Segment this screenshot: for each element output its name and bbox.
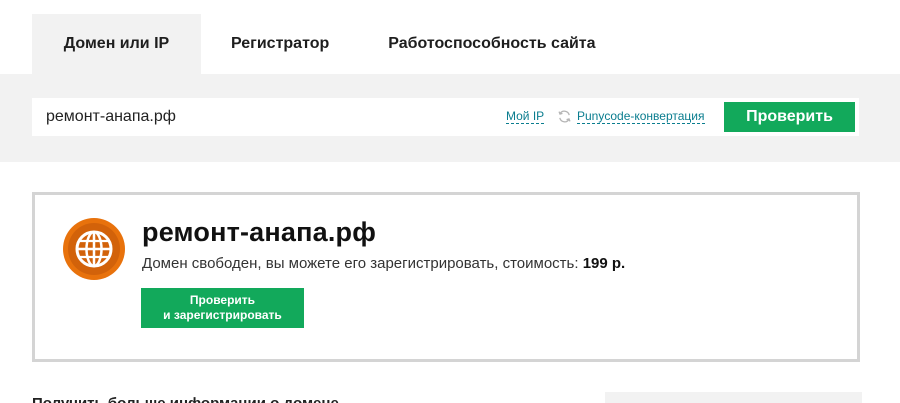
tab-registrar[interactable]: Регистратор: [231, 14, 329, 74]
punycode-link[interactable]: Punycode-конвертация: [577, 110, 705, 124]
search-panel: Мой IP Punycode-конвертация Проверить: [0, 74, 900, 162]
result-card: ремонт-анапа.рф Домен свободен, вы может…: [32, 192, 860, 362]
domain-search-input[interactable]: [32, 98, 492, 136]
globe-icon: [63, 218, 125, 280]
register-button-line1: Проверить: [189, 293, 256, 307]
domain-status: Домен свободен, вы можете его зарегистри…: [142, 255, 625, 272]
tab-bar: Домен или IP Регистратор Работоспособнос…: [32, 14, 596, 74]
tab-site-availability[interactable]: Работоспособность сайта: [388, 14, 595, 74]
register-button-line2: и зарегистрировать: [163, 308, 282, 322]
tab-label: Домен или IP: [63, 35, 170, 52]
my-ip-link[interactable]: Мой IP: [506, 110, 545, 124]
side-box: [605, 392, 862, 403]
sync-icon: [558, 110, 571, 123]
status-text: Домен свободен, вы можете его зарегистри…: [142, 255, 579, 272]
price: 199 р.: [582, 255, 626, 272]
domain-title: ремонт-анапа.рф: [142, 217, 377, 247]
search-box: Мой IP Punycode-конвертация Проверить: [32, 98, 859, 136]
check-and-register-button[interactable]: Проверить и зарегистрировать: [141, 288, 304, 328]
tab-label: Регистратор: [231, 35, 330, 52]
tab-domain-or-ip[interactable]: Домен или IP: [32, 14, 201, 74]
tab-label: Работоспособность сайта: [388, 35, 596, 52]
more-info-heading: Получить больше информации о домене: [32, 395, 339, 403]
check-button[interactable]: Проверить: [724, 102, 855, 132]
